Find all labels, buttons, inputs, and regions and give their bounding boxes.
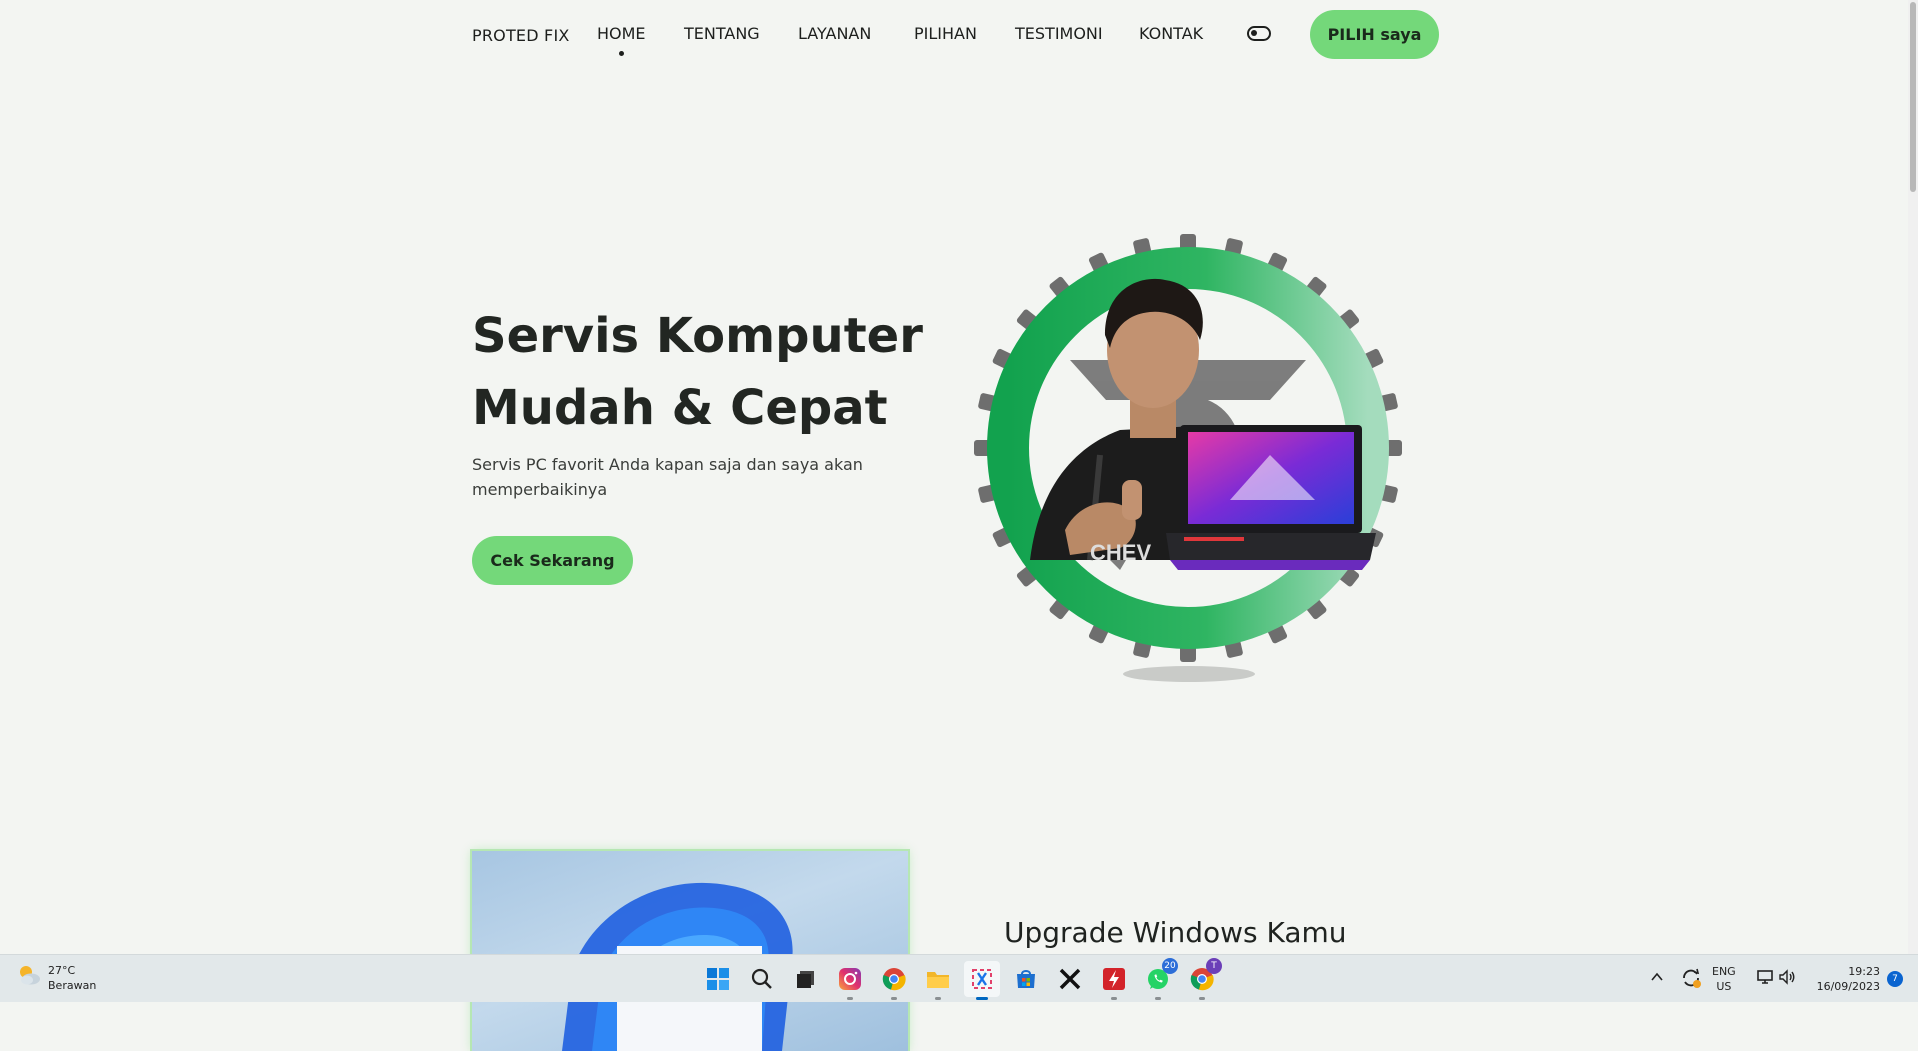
theme-toggle-icon[interactable] xyxy=(1247,26,1271,41)
nav-item-home[interactable]: HOME xyxy=(597,24,646,56)
partly-cloudy-icon xyxy=(20,966,40,985)
laptop-image xyxy=(1166,425,1376,570)
nav-item-layanan[interactable]: LAYANAN xyxy=(798,24,871,43)
start-icon[interactable] xyxy=(700,961,736,997)
nav-item-tentang[interactable]: TENTANG xyxy=(684,24,760,43)
floor-shadow xyxy=(1123,666,1255,682)
hero-subtitle: Servis PC favorit Anda kapan saja dan sa… xyxy=(472,455,863,499)
whatsapp-icon[interactable]: 20 xyxy=(1140,958,1178,1000)
network-icon[interactable] xyxy=(1756,969,1774,989)
language-code: ENG xyxy=(1712,965,1736,978)
search-icon[interactable] xyxy=(744,961,780,997)
windows-image xyxy=(472,851,908,1051)
hero-title: Servis Komputer Mudah & Cepat xyxy=(472,300,932,444)
x-icon[interactable] xyxy=(1052,961,1088,997)
file-explorer-icon[interactable] xyxy=(920,961,956,1000)
section-title-upgrade-windows: Upgrade Windows Kamu xyxy=(1004,916,1347,949)
pilih-saya-button[interactable]: PILIH saya xyxy=(1310,10,1439,59)
windows-taskbar: 27°C Berawan 20 T ENG US 19:23 16/09/202… xyxy=(0,954,1918,1002)
nav-item-testimoni[interactable]: TESTIMONI xyxy=(1015,24,1103,43)
weather-temp: 27°C xyxy=(48,964,76,977)
weather-widget[interactable]: 27°C Berawan xyxy=(16,963,96,993)
chrome-profile-icon[interactable]: T xyxy=(1184,958,1222,1000)
clock-time: 19:23 xyxy=(1848,965,1880,978)
chrome-icon[interactable] xyxy=(876,961,912,1000)
keyboard-region: US xyxy=(1716,980,1732,993)
page-scrollbar[interactable] xyxy=(1908,0,1918,954)
store-icon[interactable] xyxy=(1008,961,1044,997)
volume-icon[interactable] xyxy=(1778,969,1796,989)
instagram-icon[interactable] xyxy=(832,961,868,1000)
cek-sekarang-button[interactable]: Cek Sekarang xyxy=(472,536,633,585)
navbar: PROTED FIX HOME TENTANG LAYANAN PILIHAN … xyxy=(0,0,1908,70)
chevron-up-icon[interactable] xyxy=(1650,969,1664,988)
snipping-tool-icon[interactable] xyxy=(964,961,1000,1000)
task-view-icon[interactable] xyxy=(788,961,824,997)
nav-item-kontak[interactable]: KONTAK xyxy=(1139,24,1203,43)
language-indicator[interactable]: ENG US xyxy=(1712,964,1736,994)
whatsapp-badge: 20 xyxy=(1162,958,1178,974)
weather-condition: Berawan xyxy=(48,979,97,992)
scrollbar-thumb[interactable] xyxy=(1910,2,1916,192)
clock-date: 16/09/2023 xyxy=(1816,980,1880,993)
brand-logo[interactable]: PROTED FIX xyxy=(472,26,570,45)
hero-title-line1: Servis Komputer xyxy=(472,308,923,364)
nav-item-pilihan[interactable]: PILIHAN xyxy=(914,24,977,43)
flash-app-icon[interactable] xyxy=(1096,961,1132,1000)
hero-title-line2: Mudah & Cepat xyxy=(472,380,888,436)
sync-icon[interactable] xyxy=(1680,967,1702,993)
chrome-profile-badge: T xyxy=(1206,958,1222,974)
hero-illustration: CHEV xyxy=(974,234,1402,682)
svg-text:CHEV: CHEV xyxy=(1090,540,1151,565)
notification-badge[interactable]: 7 xyxy=(1887,971,1903,987)
clock[interactable]: 19:23 16/09/2023 xyxy=(1808,964,1880,994)
